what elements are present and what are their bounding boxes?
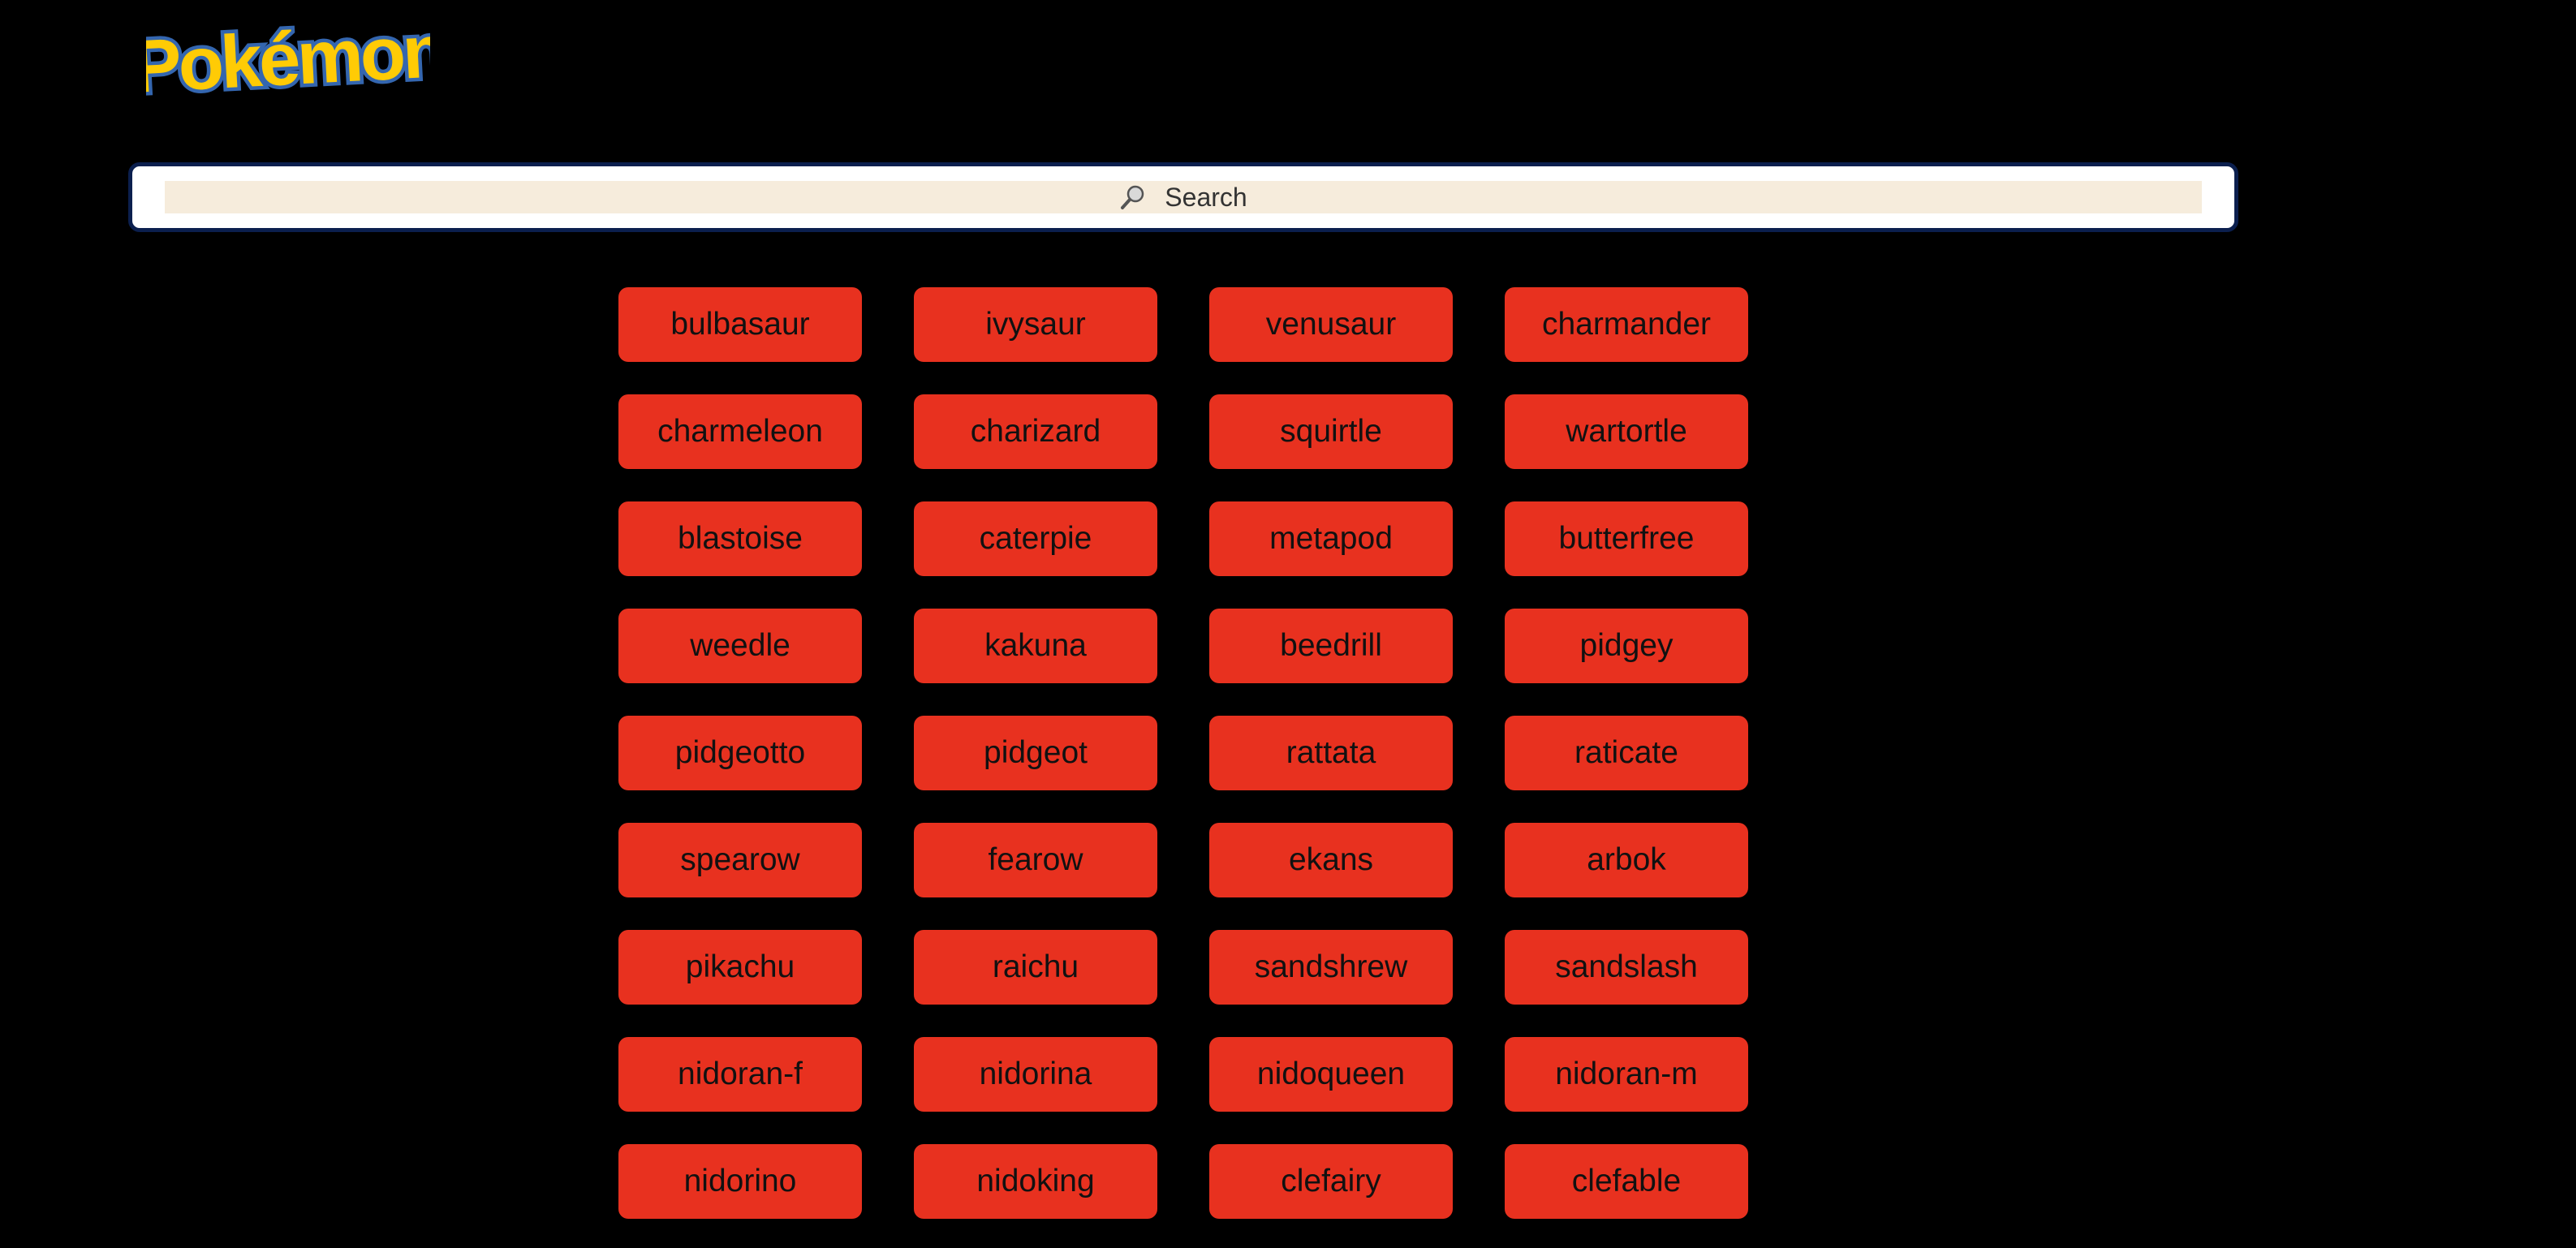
pokemon-button[interactable]: raichu	[914, 930, 1157, 1005]
search-bar[interactable]: Search	[128, 162, 2238, 232]
pokemon-button[interactable]: butterfree	[1505, 501, 1748, 576]
pokemon-button[interactable]: caterpie	[914, 501, 1157, 576]
pokemon-button[interactable]: sandshrew	[1209, 930, 1453, 1005]
pokemon-button[interactable]: pikachu	[618, 930, 862, 1005]
pokemon-logo-image: Pokémon	[146, 6, 430, 109]
pokemon-button[interactable]: rattata	[1209, 716, 1453, 790]
pokemon-button[interactable]: pidgey	[1505, 609, 1748, 683]
search-icon	[1119, 183, 1147, 211]
pokemon-logo[interactable]: Pokémon	[146, 0, 430, 109]
pokemon-button[interactable]: sandslash	[1505, 930, 1748, 1005]
pokemon-button[interactable]: venusaur	[1209, 287, 1453, 362]
pokemon-button[interactable]: pidgeotto	[618, 716, 862, 790]
pokemon-button[interactable]: nidoran-f	[618, 1037, 862, 1112]
pokemon-button[interactable]: charizard	[914, 394, 1157, 469]
pokemon-button[interactable]: metapod	[1209, 501, 1453, 576]
page: Pokémon Search bulbasaur ivysaur venusaur c…	[0, 0, 2576, 1248]
pokemon-button[interactable]: beedrill	[1209, 609, 1453, 683]
pokemon-grid: bulbasaur ivysaur venusaur charmander charme…	[618, 287, 1748, 1219]
pokemon-button[interactable]: clefairy	[1209, 1144, 1453, 1219]
pokemon-button[interactable]: weedle	[618, 609, 862, 683]
pokemon-button[interactable]: spearow	[618, 823, 862, 897]
pokemon-button[interactable]: blastoise	[618, 501, 862, 576]
pokemon-button[interactable]: nidorino	[618, 1144, 862, 1219]
pokemon-button[interactable]: raticate	[1505, 716, 1748, 790]
pokemon-button[interactable]: wartortle	[1505, 394, 1748, 469]
pokemon-button[interactable]: ivysaur	[914, 287, 1157, 362]
pokemon-button[interactable]: nidorina	[914, 1037, 1157, 1112]
pokemon-button[interactable]: arbok	[1505, 823, 1748, 897]
pokemon-button[interactable]: ekans	[1209, 823, 1453, 897]
search-placeholder: Search	[1165, 182, 1247, 212]
pokemon-button[interactable]: nidoking	[914, 1144, 1157, 1219]
pokemon-button[interactable]: nidoqueen	[1209, 1037, 1453, 1112]
pokemon-button[interactable]: kakuna	[914, 609, 1157, 683]
pokemon-button[interactable]: fearow	[914, 823, 1157, 897]
svg-text:Pokémon: Pokémon	[146, 10, 430, 109]
search-input[interactable]: Search	[165, 181, 2202, 213]
pokemon-button[interactable]: nidoran-m	[1505, 1037, 1748, 1112]
pokemon-button[interactable]: charmeleon	[618, 394, 862, 469]
pokemon-button[interactable]: pidgeot	[914, 716, 1157, 790]
pokemon-button[interactable]: charmander	[1505, 287, 1748, 362]
pokemon-button[interactable]: clefable	[1505, 1144, 1748, 1219]
pokemon-button[interactable]: squirtle	[1209, 394, 1453, 469]
pokemon-button[interactable]: bulbasaur	[618, 287, 862, 362]
